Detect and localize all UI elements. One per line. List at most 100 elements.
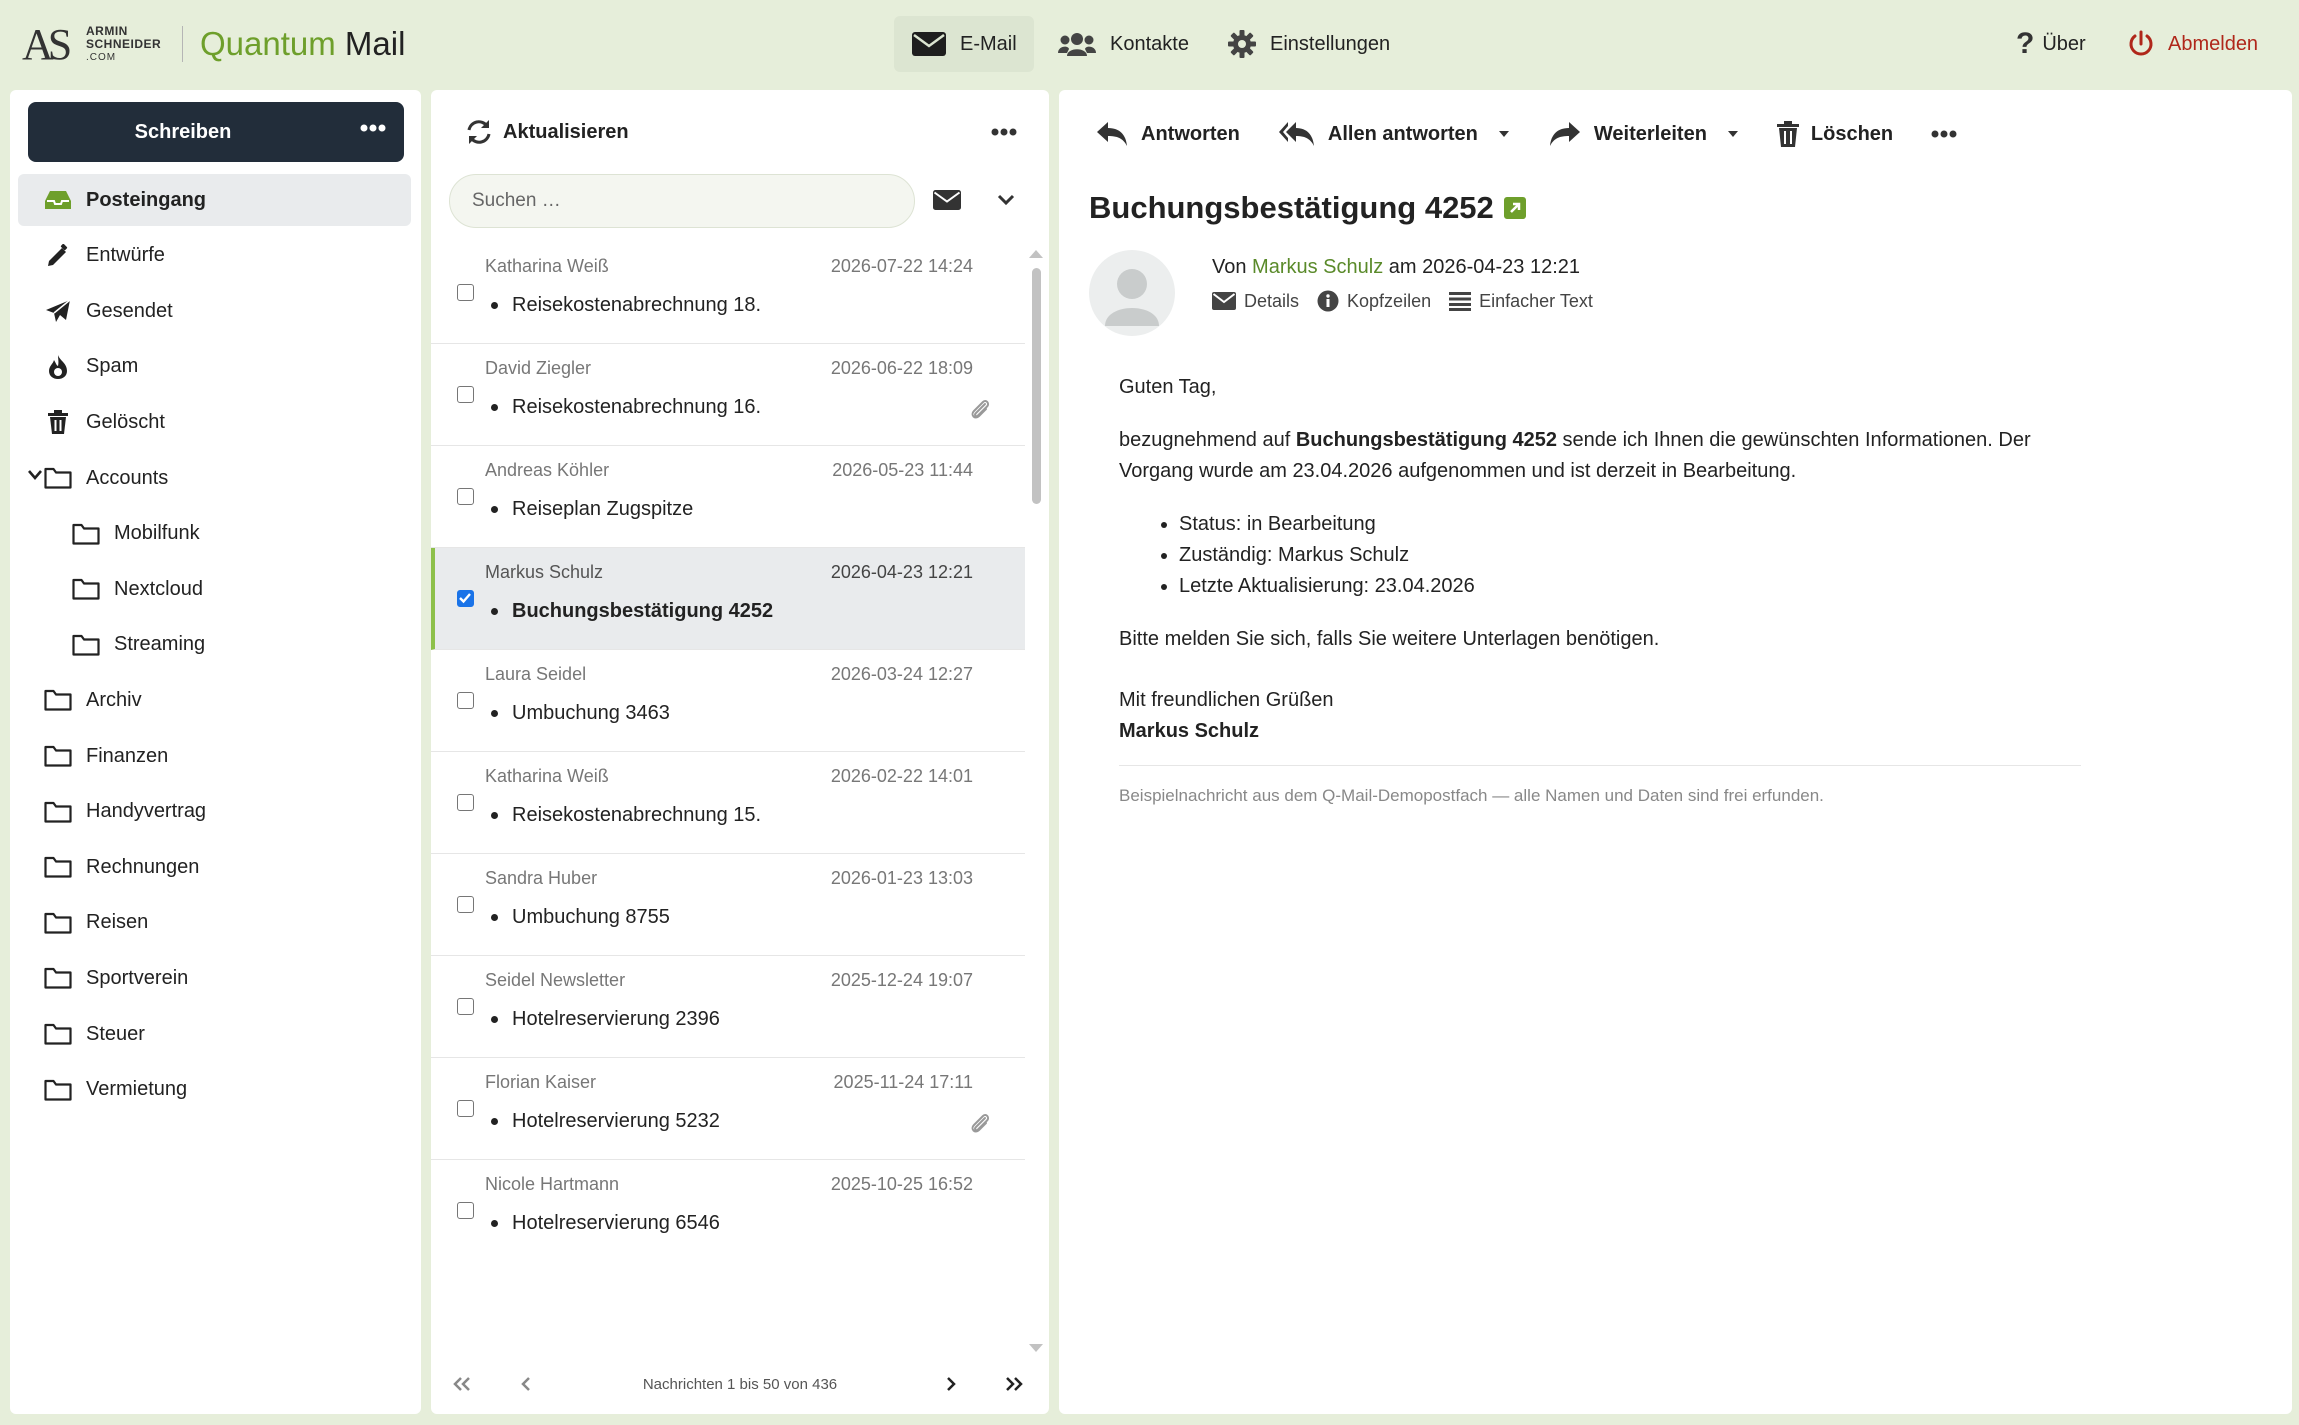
more-icon[interactable] (360, 124, 386, 132)
info-icon (1317, 290, 1339, 312)
paperclip-icon (969, 1110, 991, 1136)
message-checkbox[interactable] (457, 794, 474, 811)
sender-name-link[interactable]: Markus Schulz (1252, 256, 1383, 278)
last-page-icon[interactable] (1003, 1376, 1025, 1392)
message-checkbox[interactable] (457, 998, 474, 1015)
sidebar-item-sportverein[interactable]: Sportverein (18, 952, 411, 1004)
sidebar-item-label: Streaming (114, 633, 206, 656)
trash-icon (44, 410, 72, 435)
message-checkbox[interactable] (457, 1202, 474, 1219)
sidebar-item-reisen[interactable]: Reisen (18, 897, 411, 949)
message-date: 2026-06-22 18:09 (830, 358, 973, 378)
reply-button[interactable]: Antworten (1095, 120, 1240, 148)
sidebar-item-handyvertrag[interactable]: Handyvertrag (18, 786, 411, 838)
open-external-icon[interactable] (1503, 197, 1526, 219)
sidebar-item-steuer[interactable]: Steuer (18, 1008, 411, 1060)
sidebar-item-archiv[interactable]: Archiv (18, 674, 411, 726)
chevron-down-icon[interactable] (28, 470, 42, 480)
sidebar-item-mobilfunk[interactable]: Mobilfunk (18, 508, 411, 560)
compose-button[interactable]: Schreiben (28, 102, 404, 162)
next-page-icon[interactable] (944, 1376, 958, 1392)
sidebar-item-finanzen[interactable]: Finanzen (18, 730, 411, 782)
message-row[interactable]: Katharina Weiß 2026-02-22 14:01 Reisekoste… (431, 752, 1025, 854)
nav-logout[interactable]: Abmelden (2128, 16, 2258, 72)
signature: Mit freundlichen Grüßen Markus Schulz (1119, 685, 2099, 747)
message-row[interactable]: David Ziegler 2026-06-22 18:09 Reisekosten… (431, 344, 1025, 446)
search-input[interactable] (449, 174, 915, 228)
message-row[interactable]: Seidel Newsletter 2025-12-24 19:07 Hotelre… (431, 956, 1025, 1058)
refresh-button[interactable]: Aktualisieren (465, 118, 629, 146)
forward-caret-icon[interactable] (1727, 130, 1739, 138)
message-list-panel: Aktualisieren Katharina Weiß 2026-07-22 1… (431, 90, 1049, 1414)
plain-text-link[interactable]: Einfacher Text (1449, 290, 1593, 312)
sidebar-item-vermietung[interactable]: Vermietung (18, 1064, 411, 1116)
sidebar-item-gelöscht[interactable]: Gelöscht (18, 396, 411, 448)
nav-contacts[interactable]: Kontakte (1058, 16, 1189, 72)
sidebar-item-label: Archiv (86, 688, 142, 711)
folder-icon (44, 467, 72, 489)
message-checkbox[interactable] (457, 896, 474, 913)
message-row[interactable]: Andreas Köhler 2026-05-23 11:44 Reiseplan … (431, 446, 1025, 548)
logo[interactable]: AS ARMIN SCHNEIDER .COM (22, 22, 162, 68)
message-checkbox[interactable] (457, 1100, 474, 1117)
nav-settings[interactable]: Einstellungen (1228, 16, 1390, 72)
list-more-icon[interactable] (991, 128, 1017, 136)
sidebar-item-accounts[interactable]: Accounts (18, 452, 411, 504)
reply-all-button[interactable]: Allen antworten (1278, 120, 1510, 148)
nav-about[interactable]: ? Über (2016, 16, 2086, 72)
message-date: 2025-10-25 16:52 (830, 1174, 973, 1194)
sidebar-item-label: Entwürfe (86, 244, 165, 267)
message-row[interactable]: Katharina Weiß 2026-07-22 14:24 Reisekoste… (431, 242, 1025, 344)
message-checkbox[interactable] (457, 692, 474, 709)
message-row[interactable]: Florian Kaiser 2025-11-24 17:11 Hotelreser… (431, 1058, 1025, 1160)
sidebar-item-spam[interactable]: Spam (18, 341, 411, 393)
body-intro: bezugnehmend auf Buchungsbestätigung 425… (1119, 425, 2099, 487)
message-checkbox[interactable] (457, 284, 474, 301)
scroll-down-arrow[interactable] (1029, 1344, 1043, 1352)
unread-dot (491, 710, 498, 717)
reply-all-icon (1278, 120, 1316, 148)
message-checkbox[interactable] (457, 590, 474, 607)
body-bullets: Status: in Bearbeitung Zuständig: Markus… (1179, 509, 2099, 602)
sidebar-item-rechnungen[interactable]: Rechnungen (18, 841, 411, 893)
body-request: Bitte melden Sie sich, falls Sie weitere… (1119, 628, 1660, 650)
sidebar-item-nextcloud[interactable]: Nextcloud (18, 563, 411, 615)
sidebar-item-posteingang[interactable]: Posteingang (18, 174, 411, 226)
message-subject: Reisekostenabrechnung 18. (512, 294, 762, 316)
message-row[interactable]: Sandra Huber 2026-01-23 13:03 Umbuchung 87… (431, 854, 1025, 956)
users-icon (1058, 31, 1096, 57)
delete-button[interactable]: Löschen (1776, 121, 1893, 147)
message-subject-line: Buchungsbestätigung 4252 (491, 600, 773, 623)
details-link[interactable]: Details (1212, 290, 1299, 312)
message-subject: Umbuchung 3463 (512, 702, 670, 724)
message-sender: Katharina Weiß (485, 766, 609, 786)
body-bullet: Zuständig: Markus Schulz (1179, 540, 2099, 571)
sidebar-item-label: Finanzen (86, 744, 169, 767)
message-checkbox[interactable] (457, 488, 474, 505)
forward-button[interactable]: Weiterleiten (1548, 120, 1739, 148)
nav-email[interactable]: E-Mail (894, 16, 1034, 72)
reply-all-caret-icon[interactable] (1498, 130, 1510, 138)
sidebar-item-label: Reisen (86, 911, 149, 934)
message-sender: Seidel Newsletter (485, 970, 626, 990)
message-row[interactable]: Nicole Hartmann 2025-10-25 16:52 Hotelrese… (431, 1160, 1025, 1242)
search-scope-mail-icon[interactable] (933, 190, 961, 210)
nav-settings-label: Einstellungen (1270, 32, 1391, 55)
sidebar-item-gesendet[interactable]: Gesendet (18, 285, 411, 337)
message-checkbox[interactable] (457, 386, 474, 403)
message-date: 2025-11-24 17:11 (833, 1072, 973, 1092)
headers-link[interactable]: Kopfzeilen (1317, 290, 1431, 312)
reader-more-icon[interactable] (1931, 130, 1957, 138)
message-sender: Laura Seidel (485, 664, 587, 684)
message-date: 2025-12-24 19:07 (830, 970, 973, 990)
sidebar-item-entwürfe[interactable]: Entwürfe (18, 230, 411, 282)
compose-label: Schreiben (134, 121, 232, 143)
scrollbar-thumb[interactable] (1032, 268, 1041, 504)
message-row[interactable]: Markus Schulz 2026-04-23 12:21 Buchungsbes… (431, 548, 1025, 650)
message-row[interactable]: Laura Seidel 2026-03-24 12:27 Umbuchung 34… (431, 650, 1025, 752)
folder-icon (44, 689, 72, 711)
chevron-down-icon[interactable] (997, 194, 1015, 206)
body-closing: Mit freundlichen Grüßen (1119, 689, 1334, 711)
scroll-up-arrow[interactable] (1029, 250, 1043, 258)
sidebar-item-streaming[interactable]: Streaming (18, 619, 411, 671)
